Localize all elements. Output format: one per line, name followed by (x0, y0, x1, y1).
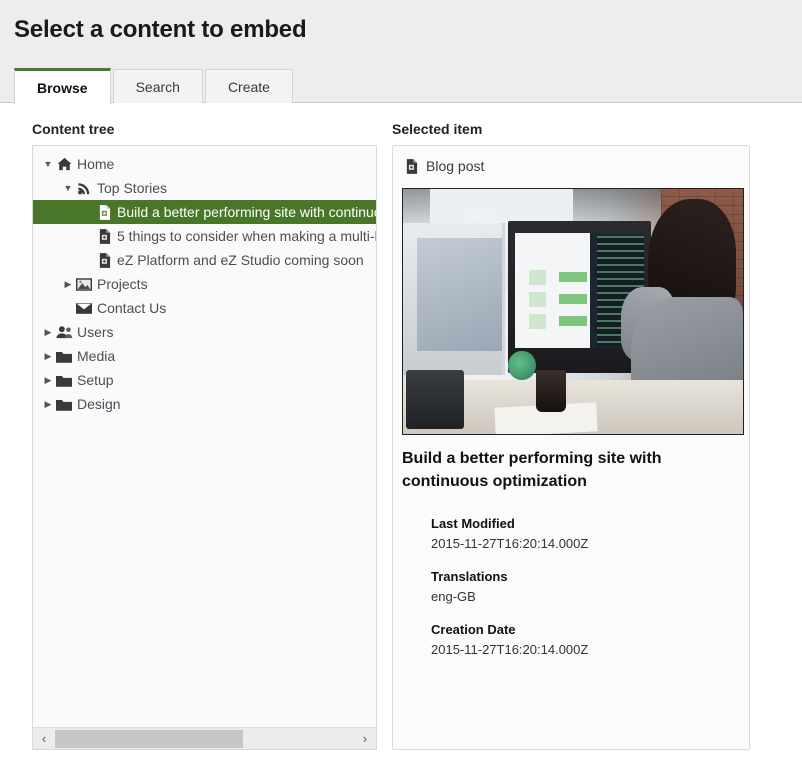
chevron-down-icon[interactable]: ▼ (41, 159, 55, 169)
tab-bar: Browse Search Create (14, 68, 295, 104)
content-type-row: Blog post (402, 158, 484, 174)
metadata-creation-date: Creation Date 2015-11-27T16:20:14.000Z (431, 620, 731, 659)
metadata-translations: Translations eng-GB (431, 567, 731, 606)
chevron-down-icon[interactable]: ▼ (61, 183, 75, 193)
tree-horizontal-scrollbar[interactable]: ‹ › (33, 727, 376, 749)
tree-item-label: Media (77, 348, 116, 364)
photo-screen-card (528, 269, 546, 285)
tree-item-contact-us[interactable]: ▶ Contact Us (33, 296, 376, 320)
photo-screen-card (528, 291, 546, 307)
tree-item-setup[interactable]: ▶ Setup (33, 368, 376, 392)
tree-item-label: Build a better performing site with cont… (117, 204, 376, 220)
photo-screen-row (559, 316, 587, 327)
chevron-right-icon[interactable]: ▶ (41, 327, 55, 338)
tree-item-users[interactable]: ▶ Users (33, 320, 376, 344)
twisty-placeholder: ▶ (81, 207, 95, 218)
scroll-right-arrow-icon[interactable]: › (354, 728, 376, 750)
scrollbar-track[interactable] (55, 728, 354, 750)
twisty-placeholder: ▶ (61, 303, 75, 314)
metadata-value: 2015-11-27T16:20:14.000Z (431, 641, 589, 657)
photo-plant (508, 350, 536, 381)
chevron-right-icon[interactable]: ▶ (61, 279, 75, 290)
tree-item-top-stories[interactable]: ▼ Top Stories (33, 176, 376, 200)
feed-icon (75, 180, 93, 196)
photo-screen-row (559, 272, 587, 283)
embed-content-dialog: Select a content to embed Browse Search … (0, 0, 802, 770)
document-icon (95, 204, 113, 220)
tree-item-label: Home (77, 156, 115, 172)
document-icon (402, 158, 420, 174)
image-icon (75, 276, 93, 292)
tab-browse[interactable]: Browse (14, 68, 111, 104)
tree-item-5-things-to-consider[interactable]: ▶ 5 things to consider when making a mul… (33, 224, 376, 248)
tree-item-label: Setup (77, 372, 114, 388)
folder-icon (55, 348, 73, 364)
thumbnail-photo (403, 189, 743, 434)
scrollbar-thumb[interactable] (55, 729, 243, 748)
users-icon (55, 324, 73, 340)
page-title: Select a content to embed (14, 16, 307, 43)
selected-item-panel: Blog post Build a better performing site… (392, 145, 750, 750)
tree-item-label: Design (77, 396, 121, 412)
chevron-right-icon[interactable]: ▶ (41, 399, 55, 410)
selected-item-label: Selected item (392, 121, 483, 137)
tree-item-label: 5 things to consider when making a multi… (117, 228, 376, 244)
content-tree-panel: ▼ Home ▼ Top Stories Build a better perf… (32, 145, 377, 750)
tab-create[interactable]: Create (204, 69, 293, 104)
tab-search[interactable]: Search (112, 69, 203, 104)
tree-item-media[interactable]: ▶ Media (33, 344, 376, 368)
home-icon (55, 156, 73, 172)
tree-item-design[interactable]: ▶ Design (33, 392, 376, 416)
tree-item-projects[interactable]: ▶ Projects (33, 272, 376, 296)
chevron-right-icon[interactable]: ▶ (41, 375, 55, 386)
metadata-value: 2015-11-27T16:20:14.000Z (431, 535, 589, 551)
content-type-label: Blog post (426, 158, 485, 174)
metadata-key: Creation Date (431, 622, 516, 637)
dialog-header: Select a content to embed Browse Search … (0, 0, 802, 104)
selected-item-metadata: Last Modified 2015-11-27T16:20:14.000Z T… (431, 514, 731, 673)
twisty-placeholder: ▶ (81, 231, 95, 242)
envelope-icon (75, 300, 93, 316)
tree-item-ez-platform-and-ez-studio[interactable]: ▶ eZ Platform and eZ Studio coming soon (33, 248, 376, 272)
document-icon (95, 252, 113, 268)
tree-item-label: Projects (97, 276, 148, 292)
selected-item-title: Build a better performing site with cont… (402, 450, 662, 490)
chevron-right-icon[interactable]: ▶ (41, 351, 55, 362)
tree-item-label: Contact Us (97, 300, 167, 316)
metadata-last-modified: Last Modified 2015-11-27T16:20:14.000Z (431, 514, 731, 553)
folder-icon (55, 396, 73, 412)
tree-item-label: Top Stories (97, 180, 168, 196)
tree-item-label: eZ Platform and eZ Studio coming soon (117, 252, 364, 268)
photo-screen-row (559, 294, 587, 305)
tree-item-label: Users (77, 324, 114, 340)
tree-item-home[interactable]: ▼ Home (33, 152, 376, 176)
scroll-left-arrow-icon[interactable]: ‹ (33, 728, 55, 750)
content-tree-list: ▼ Home ▼ Top Stories Build a better perf… (33, 152, 376, 727)
content-tree-label: Content tree (32, 121, 115, 137)
selected-item-thumbnail (402, 188, 744, 435)
metadata-key: Translations (431, 569, 508, 584)
dialog-body: Content tree Selected item ▼ Home ▼ Top … (0, 103, 802, 770)
metadata-value: eng-GB (431, 588, 476, 604)
tree-item-build-a-better-performing-site[interactable]: ▶ Build a better performing site with co… (33, 200, 376, 224)
folder-icon (55, 372, 73, 388)
photo-left-screen (416, 238, 502, 351)
twisty-placeholder: ▶ (81, 255, 95, 266)
photo-desk-phone (406, 370, 465, 430)
metadata-key: Last Modified (431, 516, 515, 531)
document-icon (95, 228, 113, 244)
photo-screen-card (528, 313, 546, 329)
photo-mug (535, 370, 567, 412)
